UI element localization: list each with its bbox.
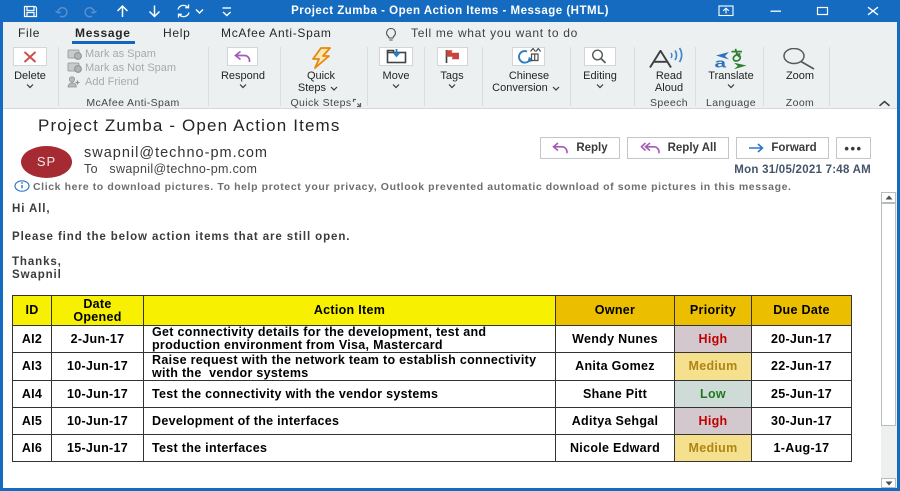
svg-text:a: a xyxy=(715,56,727,70)
